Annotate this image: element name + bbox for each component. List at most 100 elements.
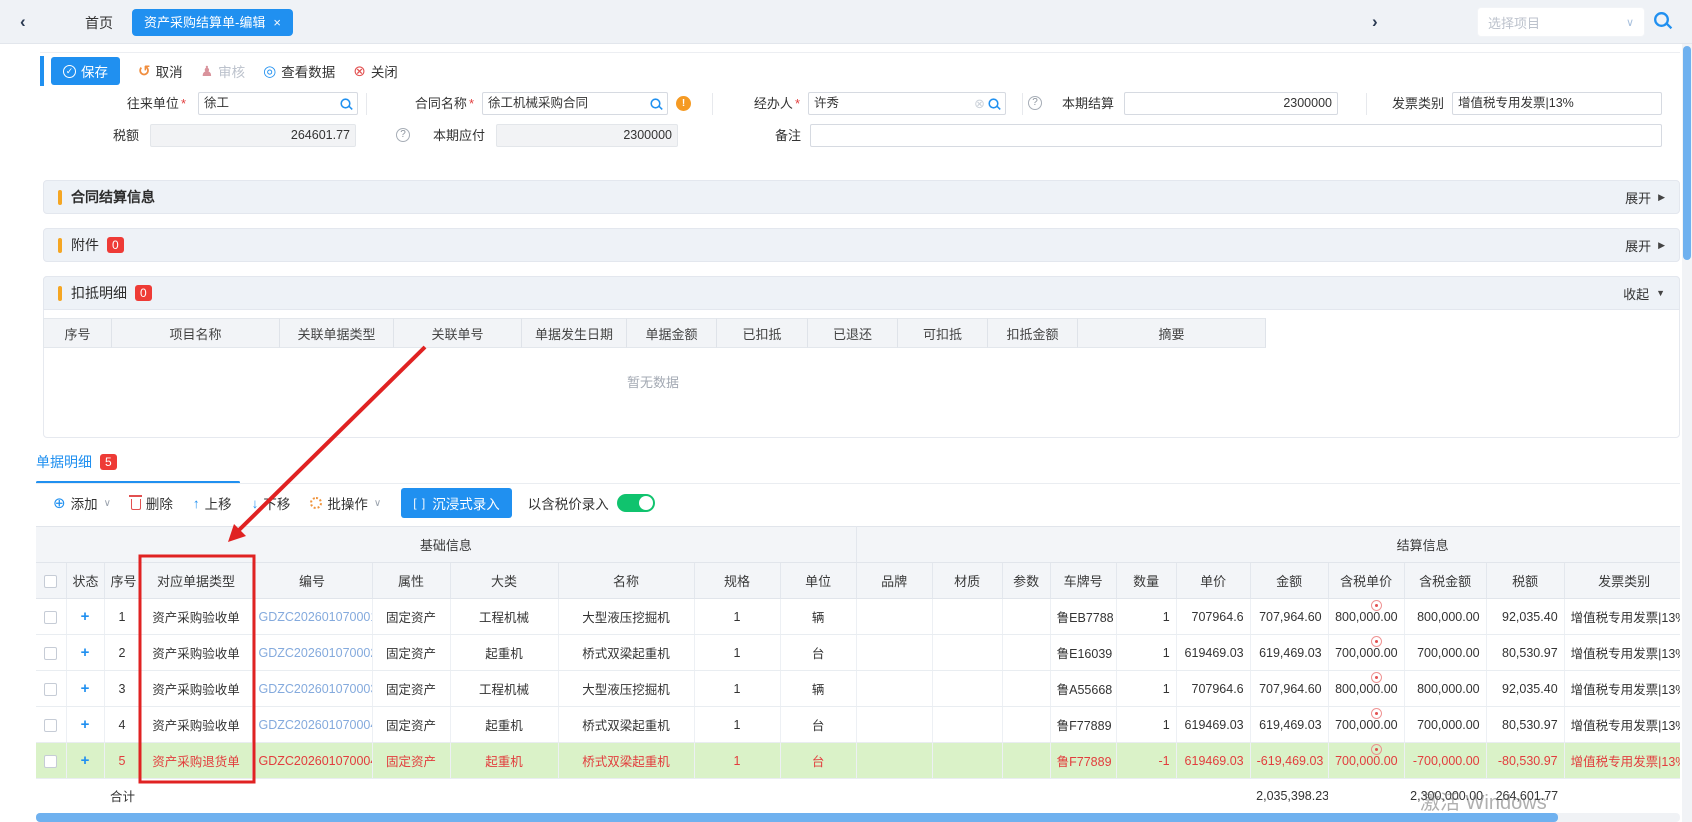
triangle-down-icon: ▼ xyxy=(1656,288,1665,298)
expand-plus-icon[interactable]: + xyxy=(81,608,90,625)
row-checkbox-cell xyxy=(36,671,66,707)
cell-spec: 1 xyxy=(694,671,780,707)
col-header: 车牌号 xyxy=(1050,563,1116,599)
total-cell xyxy=(694,779,780,813)
back-chevron-icon[interactable]: ‹ xyxy=(20,12,26,32)
col-header: 状态 xyxy=(66,563,104,599)
total-cell xyxy=(36,779,66,813)
expand-toggle[interactable]: 展开 ▶ xyxy=(1625,188,1665,207)
handler-value: 许秀 xyxy=(814,93,974,114)
cell-attr: 固定资产 xyxy=(372,743,450,779)
section-contract-settlement[interactable]: 合同结算信息 展开 ▶ xyxy=(43,180,1680,214)
cell-tax_incl_price: 800,000.00 xyxy=(1328,671,1404,707)
horizontal-scrollbar-thumb[interactable] xyxy=(36,813,1558,822)
add-button[interactable]: ⊕ 添加 ∨ xyxy=(53,493,111,513)
row-checkbox[interactable] xyxy=(44,683,57,696)
close-tab-icon[interactable]: × xyxy=(273,16,281,29)
deduction-col-header: 可扣抵 xyxy=(898,318,988,348)
document-code-link[interactable]: GDZC202601070004 xyxy=(259,718,373,732)
cell-unit: 台 xyxy=(780,707,856,743)
search-icon[interactable] xyxy=(340,98,350,108)
immersive-entry-button[interactable]: [ ] 沉浸式录入 xyxy=(401,488,512,518)
handler-input[interactable]: 许秀 ⊗ xyxy=(808,92,1006,115)
tab-home[interactable]: 首页 xyxy=(85,13,113,33)
check-circle-icon: ✓ xyxy=(63,65,76,78)
row-checkbox[interactable] xyxy=(44,611,57,624)
select-all-checkbox[interactable] xyxy=(44,575,57,588)
document-code-link[interactable]: GDZC202601070003 xyxy=(259,682,373,696)
cell-tax_incl_price: 800,000.00 xyxy=(1328,599,1404,635)
cell-spec: 1 xyxy=(694,599,780,635)
contract-input[interactable]: 徐工机械采购合同 xyxy=(482,92,668,115)
cell-amount: 619,469.03 xyxy=(1250,635,1328,671)
table-row: +3资产采购验收单GDZC202601070003固定资产工程机械大型液压挖掘机… xyxy=(36,671,1680,707)
vertical-scrollbar-thumb[interactable] xyxy=(1683,46,1691,260)
search-icon[interactable] xyxy=(650,98,660,108)
row-checkbox[interactable] xyxy=(44,755,57,768)
cancel-button[interactable]: ↺ 取消 xyxy=(138,61,183,81)
cell-category: 起重机 xyxy=(450,635,558,671)
tab-active-asset-settlement[interactable]: 资产采购结算单-编辑 × xyxy=(132,9,293,36)
warning-icon: ! xyxy=(676,96,691,111)
move-up-label: 上移 xyxy=(205,493,232,513)
row-status-cell: + xyxy=(66,635,104,671)
cell-doc_type: 资产采购验收单 xyxy=(140,635,252,671)
partner-input[interactable]: 徐工 xyxy=(198,92,358,115)
search-icon[interactable] xyxy=(988,98,998,108)
batch-operation-button[interactable]: 批操作 ∨ xyxy=(310,493,381,513)
tab-document-detail[interactable]: 单据明细 5 xyxy=(36,452,117,472)
delete-button[interactable]: 删除 xyxy=(131,493,173,513)
view-data-button[interactable]: ◎ 查看数据 xyxy=(263,61,335,81)
audit-button[interactable]: ♟ 审核 xyxy=(201,61,246,81)
expand-plus-icon[interactable]: + xyxy=(81,680,90,697)
row-checkbox-cell xyxy=(36,599,66,635)
cell-plate: 鲁F77889 xyxy=(1050,743,1116,779)
brackets-icon: [ ] xyxy=(413,496,426,510)
current-settle-input[interactable]: 2300000 xyxy=(1124,92,1338,115)
document-code-link[interactable]: GDZC202601070001 xyxy=(259,610,373,624)
cell-invoice: 增值税专用发票|13% xyxy=(1564,635,1680,671)
col-header: 金额 xyxy=(1250,563,1328,599)
expand-toggle[interactable]: 展开 ▶ xyxy=(1625,236,1665,255)
section-title: 扣抵明细 xyxy=(71,283,127,303)
project-select[interactable]: 选择项目 ∨ xyxy=(1477,7,1645,37)
clear-icon[interactable]: ⊗ xyxy=(974,93,985,114)
collapse-toggle[interactable]: 收起 ▼ xyxy=(1623,284,1665,303)
section-attachments[interactable]: 附件 0 展开 ▶ xyxy=(43,228,1680,262)
delete-label: 删除 xyxy=(146,493,173,513)
tax-included-toggle[interactable] xyxy=(617,494,655,512)
cell-invoice: 增值税专用发票|13% xyxy=(1564,743,1680,779)
expand-plus-icon[interactable]: + xyxy=(81,644,90,661)
move-down-button[interactable]: ↓ 下移 xyxy=(252,493,291,513)
contract-label: 合同名称 xyxy=(368,92,474,115)
col-header: 规格 xyxy=(694,563,780,599)
section-deduction-detail[interactable]: 扣抵明细 0 收起 ▼ xyxy=(43,276,1680,310)
cell-tax_incl_price: 700,000.00 xyxy=(1328,743,1404,779)
document-code-link[interactable]: GDZC202601070004 xyxy=(259,754,373,768)
save-button[interactable]: ✓ 保存 xyxy=(51,57,120,85)
remark-input[interactable] xyxy=(810,124,1662,147)
cell-brand xyxy=(856,671,932,707)
cell-attr: 固定资产 xyxy=(372,599,450,635)
expand-plus-icon[interactable]: + xyxy=(81,752,90,769)
total-cell xyxy=(450,779,558,813)
tab-divider-line xyxy=(36,483,1680,484)
row-checkbox[interactable] xyxy=(44,719,57,732)
close-button[interactable]: ⊗ 关闭 xyxy=(353,61,398,81)
expand-plus-icon[interactable]: + xyxy=(81,716,90,733)
col-header: 单位 xyxy=(780,563,856,599)
search-icon[interactable] xyxy=(1654,12,1669,27)
current-settle-label: 本期结算 xyxy=(1044,92,1114,115)
invoice-type-input[interactable]: 增值税专用发票|13% xyxy=(1452,92,1662,115)
forward-chevron-icon[interactable]: › xyxy=(1372,12,1378,32)
cell-plate: 鲁F77889 xyxy=(1050,707,1116,743)
cell-price: 619469.03 xyxy=(1176,635,1250,671)
table-row: +2资产采购验收单GDZC202601070002固定资产起重机桥式双梁起重机1… xyxy=(36,635,1680,671)
move-up-button[interactable]: ↑ 上移 xyxy=(193,493,232,513)
cell-tax: 92,035.40 xyxy=(1486,671,1564,707)
row-checkbox[interactable] xyxy=(44,647,57,660)
red-stamp-icon xyxy=(1371,672,1382,683)
document-code-link[interactable]: GDZC202601070002 xyxy=(259,646,373,660)
cell-category: 起重机 xyxy=(450,707,558,743)
cell-unit: 辆 xyxy=(780,671,856,707)
